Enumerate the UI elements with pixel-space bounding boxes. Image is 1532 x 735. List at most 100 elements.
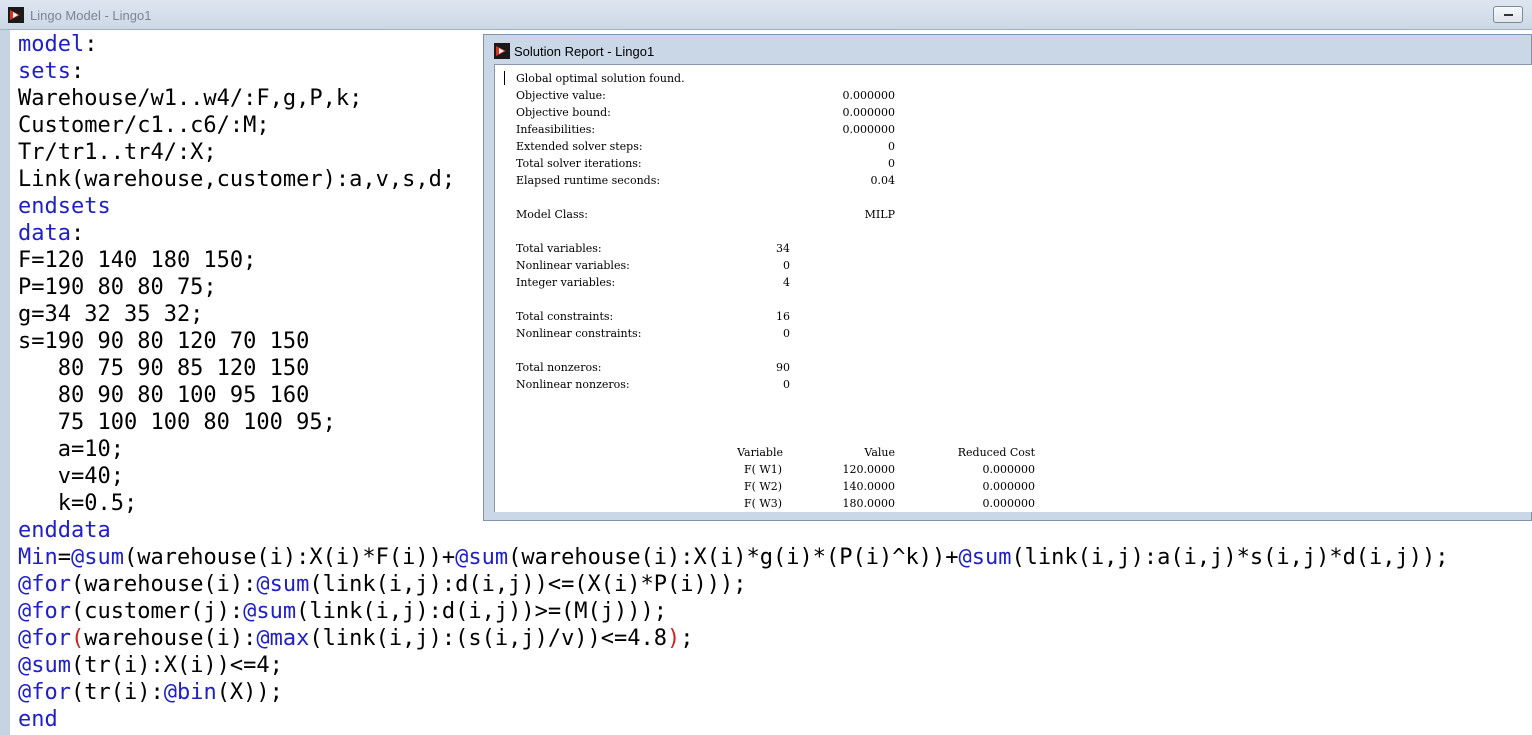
code-keyword: endsets <box>18 194 111 219</box>
report-stat-value: 0 <box>888 157 895 170</box>
code-text: 80 75 90 85 120 150 <box>18 356 310 381</box>
report-stat-label: Integer variables: <box>516 276 616 289</box>
report-stat-label: Elapsed runtime seconds: <box>516 174 661 187</box>
code-text: 80 90 80 100 95 160 <box>18 383 310 408</box>
table-cell-variable: F( W3) <box>743 497 782 510</box>
report-stat-value: 34 <box>776 242 790 255</box>
report-stat-value: 90 <box>776 361 790 374</box>
code-line: @for(customer(j):@sum(link(i,j):d(i,j))>… <box>18 598 1530 625</box>
report-stat-value: 16 <box>776 310 790 323</box>
code-text: = <box>57 545 71 570</box>
solution-report-window[interactable]: Solution Report - Lingo1 Global optimal … <box>483 34 1532 521</box>
text-cursor <box>504 71 505 85</box>
code-text: (tr(i): <box>70 680 164 705</box>
report-stat-label: Nonlinear variables: <box>516 259 630 272</box>
code-text: (customer(j): <box>70 599 244 624</box>
report-stat-label: Nonlinear nonzeros: <box>516 378 630 391</box>
code-text: : <box>84 32 98 57</box>
table-cell-reduced-cost: 0.000000 <box>982 463 1036 476</box>
code-keyword: @sum <box>243 599 297 624</box>
code-text: k=0.5; <box>18 491 138 516</box>
code-keyword: @sum <box>256 572 310 597</box>
code-text: (link(i,j):a(i,j)*s(i,j)*d(i,j)); <box>1011 545 1449 570</box>
report-stat-value: 0 <box>783 327 790 340</box>
code-keyword: @for <box>18 680 71 705</box>
solution-report-text-area[interactable]: Global optimal solution found. Objective … <box>494 64 1532 512</box>
code-text: ( <box>70 626 85 651</box>
table-cell-value: 180.0000 <box>842 497 896 510</box>
code-text: Warehouse/w1..w4/:F,g,P,k; <box>18 86 363 111</box>
table-header-value: Value <box>864 446 895 459</box>
report-stat-label: Total variables: <box>516 242 602 255</box>
code-keyword: @sum <box>455 545 509 570</box>
code-text: warehouse(i): <box>84 626 257 651</box>
table-cell-variable: F( W2) <box>743 480 782 493</box>
code-keyword: @sum <box>71 545 124 570</box>
code-line: Min=@sum(warehouse(i):X(i)*F(i))+@sum(wa… <box>18 544 1530 571</box>
code-text: Customer/c1..c6/:M; <box>18 113 270 138</box>
code-line: enddata <box>18 517 1530 544</box>
table-cell-value: 120.0000 <box>842 463 896 476</box>
code-line: end <box>18 706 1530 733</box>
report-stat-label: Extended solver steps: <box>516 140 643 153</box>
report-status: Global optimal solution found. <box>516 72 685 85</box>
code-text: v=40; <box>18 464 124 489</box>
solution-report-title-bar[interactable]: Solution Report - Lingo1 <box>484 35 1531 63</box>
table-header-variable: Variable <box>737 446 783 459</box>
code-text: (warehouse(i): <box>70 572 257 597</box>
code-keyword: model <box>18 32 85 57</box>
code-text: a=10; <box>18 437 124 462</box>
code-keyword: Min <box>18 545 58 570</box>
report-stat-value: 0 <box>783 378 790 391</box>
code-text: ) <box>667 626 681 651</box>
table-cell-value: 140.0000 <box>842 480 896 493</box>
solution-report-title: Solution Report - Lingo1 <box>514 44 655 59</box>
main-title-bar: Lingo Model - Lingo1 <box>0 0 1532 30</box>
report-stat-value: 0.000000 <box>842 89 896 102</box>
report-stat-value: MILP <box>864 208 895 221</box>
code-keyword: sets <box>18 59 71 84</box>
report-stat-label: Model Class: <box>516 208 588 221</box>
code-text: ; <box>680 626 694 651</box>
code-text: 75 100 100 80 100 95; <box>18 410 336 435</box>
report-stat-label: Objective bound: <box>516 106 611 119</box>
code-keyword: @sum <box>18 653 71 678</box>
code-text: P=190 80 80 75; <box>18 275 217 300</box>
code-text: (link(i,j):d(i,j))<=(X(i)*P(i))); <box>309 572 747 597</box>
report-stat-label: Total constraints: <box>516 310 614 323</box>
code-keyword: data <box>18 221 71 246</box>
code-text: (tr(i):X(i))<=4; <box>70 653 283 678</box>
code-keyword: enddata <box>18 518 111 543</box>
code-text: F=120 140 180 150; <box>18 248 257 273</box>
code-keyword: end <box>18 707 58 732</box>
table-cell-reduced-cost: 0.000000 <box>982 480 1036 493</box>
code-text: Link(warehouse,customer):a,v,s,d; <box>18 167 456 192</box>
report-stat-label: Total nonzeros: <box>516 361 602 374</box>
lingo-app-icon[interactable] <box>8 7 24 23</box>
report-stat-label: Objective value: <box>516 89 606 102</box>
code-keyword: @for <box>18 599 71 624</box>
code-keyword: @sum <box>958 545 1012 570</box>
table-cell-reduced-cost: 0.000000 <box>982 497 1036 510</box>
code-keyword: @bin <box>163 680 217 705</box>
table-header-reduced-cost: Reduced Cost <box>957 446 1035 459</box>
report-stat-value: 4 <box>783 276 790 289</box>
code-text: s=190 90 80 120 70 150 <box>18 329 310 354</box>
code-keyword: @for <box>18 626 71 651</box>
report-stat-value: 0.000000 <box>842 106 896 119</box>
table-cell-variable: F( W1) <box>743 463 782 476</box>
report-stat-value: 0 <box>783 259 790 272</box>
code-line: @for(warehouse(i):@sum(link(i,j):d(i,j))… <box>18 571 1530 598</box>
report-stat-value: 0 <box>888 140 895 153</box>
report-app-icon[interactable] <box>494 43 510 59</box>
report-stat-label: Nonlinear constraints: <box>516 327 642 340</box>
code-text: (warehouse(i):X(i)*g(i)*(P(i)^k))+ <box>508 545 959 570</box>
report-stat-value: 0.000000 <box>842 123 896 136</box>
code-keyword: @for <box>18 572 71 597</box>
report-stat-label: Infeasibilities: <box>516 123 596 136</box>
minimize-button[interactable] <box>1493 6 1523 23</box>
code-line: @sum(tr(i):X(i))<=4; <box>18 652 1530 679</box>
code-keyword: @max <box>256 626 310 651</box>
main-window-title: Lingo Model - Lingo1 <box>30 8 152 23</box>
code-text: : <box>70 221 85 246</box>
